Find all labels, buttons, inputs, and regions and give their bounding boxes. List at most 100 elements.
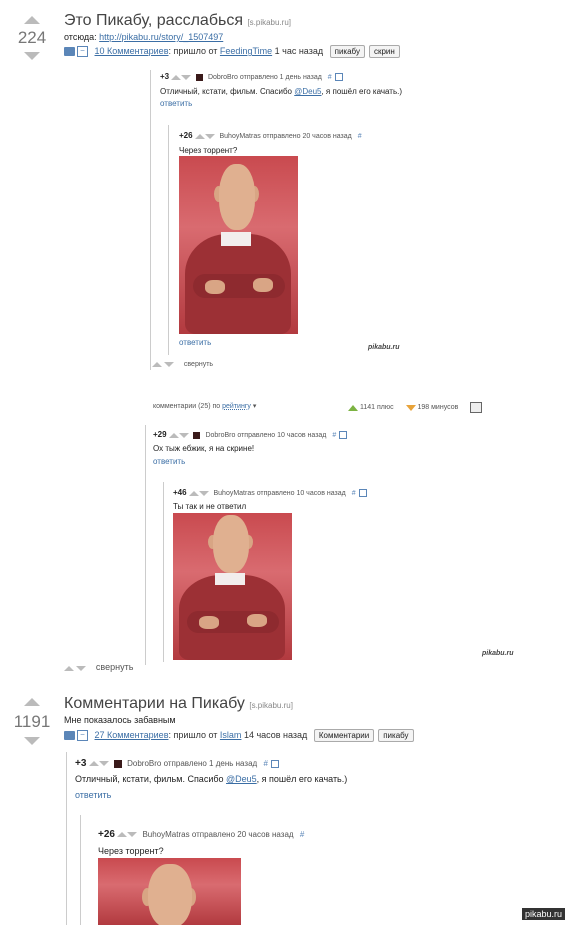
upvote-arrow-icon[interactable] [194,133,205,139]
collapse-icon[interactable]: − [77,730,88,742]
source-link[interactable]: http://pikabu.ru/story/_1507497 [99,32,223,42]
collapse-icon[interactable] [358,489,367,498]
sort-dropdown[interactable]: рейтингу [222,403,251,410]
plus-count: 1141 плюс [359,404,394,412]
chevron-down-icon[interactable]: ▾ [251,403,257,410]
collapse-row: свернуть [152,361,213,368]
comment-text-part: Отличный, кстати, фильм. Спасибо [75,774,227,784]
comment-time: отправлено 1 день назад [163,759,258,768]
downvote-arrow-icon[interactable] [98,761,109,767]
collapse-row: свернуть [64,662,133,672]
permalink-icon[interactable]: # [352,490,356,497]
thread-line [150,70,151,370]
upvote-arrow-icon[interactable] [117,832,128,838]
comment-text: Отличный, кстати, фильм. Спасибо @Deu5, … [75,774,347,784]
collapse-icon[interactable] [339,431,348,440]
share-icon[interactable] [64,47,75,57]
tag-button[interactable]: пикабу [378,729,414,742]
comment-score: +26 [179,131,193,140]
author-link[interactable]: Islam [220,730,242,740]
photo-collar [221,232,251,246]
downvote-arrow-icon[interactable] [127,832,138,838]
post-title[interactable]: Это Пикабу, расслабься [s.pikabu.ru] [64,12,291,30]
comment-username[interactable]: BuhoyMatras [142,830,189,839]
comment-photo [179,156,298,334]
comment-header: +29 DobroBro отправлено 10 часов назад # [153,430,348,440]
downvote-arrow-icon[interactable] [178,432,189,438]
post-domain: [s.pikabu.ru] [249,701,293,710]
post-title-text[interactable]: Комментарии на Пикабу [64,695,245,712]
post-subtitle: Мне показалось забавным [64,715,176,725]
reply-link[interactable]: ответить [160,99,192,108]
comment-text-part: , я пошёл его качать.) [256,774,348,784]
collapse-icon[interactable]: − [77,46,88,58]
comment-header: +26 BuhoyMatras отправлено 20 часов наза… [98,829,304,840]
rating-summary: 1141 плюс 198 минусов [348,402,483,413]
photo-collar [215,573,245,585]
comment-text: Ты так и не ответил [173,502,247,511]
comment-score: +3 [160,72,170,81]
photo-head [148,864,192,925]
author-link[interactable]: FeedingTime [220,46,272,56]
tag-button[interactable]: Комментарии [313,729,375,742]
comment-text: Через торрент? [98,846,164,856]
comment-username[interactable]: DobroBro [208,74,238,81]
avatar [113,759,122,768]
permalink-icon[interactable]: # [332,432,336,439]
downvote-arrow-icon[interactable] [24,52,40,60]
source-label: отсюда: [64,32,97,42]
upvote-arrow-icon[interactable] [24,698,40,706]
post-time: 14 часов назад [243,730,308,740]
tag-button[interactable]: скрин [368,45,400,58]
comment-text: Через торрент? [179,146,238,155]
tag-button[interactable]: пикабу [329,45,365,58]
upvote-arrow-icon[interactable] [24,16,40,24]
upvote-arrow-icon[interactable] [168,432,179,438]
avatar [196,73,204,81]
comment-username[interactable]: DobroBro [127,759,161,768]
permalink-icon[interactable]: # [263,759,267,768]
downvote-arrow-icon[interactable] [181,74,192,80]
upvote-arrow-icon[interactable] [152,361,162,367]
upvote-arrow-icon[interactable] [64,665,74,671]
post-title-text[interactable]: Это Пикабу, расслабься [64,12,243,29]
collapse-link[interactable]: свернуть [96,662,133,672]
permalink-icon[interactable]: # [328,74,332,81]
comment-username[interactable]: BuhoyMatras [213,490,254,497]
reply-link[interactable]: ответить [153,457,185,466]
comments-toolbar: комментарии (25) по рейтингу ▾ [153,402,256,410]
comments-count: комментарии (25) по [153,403,221,410]
downvote-arrow-icon[interactable] [204,133,215,139]
permalink-icon[interactable]: # [300,830,304,839]
upvote-arrow-icon[interactable] [171,74,182,80]
comments-link[interactable]: 10 Комментариев [95,46,169,56]
mention-link[interactable]: @Deu5 [294,87,321,96]
comment-photo [173,513,292,660]
downvote-arrow-icon[interactable] [75,665,86,671]
upvote-arrow-icon[interactable] [188,490,199,496]
thread-line [168,125,169,355]
reply-link[interactable]: ответить [179,338,211,347]
downvote-arrow-icon[interactable] [24,737,40,745]
thread-line [145,425,146,665]
collapse-link[interactable]: свернуть [184,361,213,368]
collapse-icon[interactable] [270,759,279,768]
comments-link[interactable]: 27 Комментариев [95,730,169,740]
chart-icon[interactable] [470,402,483,413]
reply-link[interactable]: ответить [75,790,111,800]
photo-hand [205,280,225,294]
footer-watermark: pikabu.ru [522,908,566,920]
collapse-icon[interactable] [334,73,343,82]
comment-username[interactable]: DobroBro [205,432,235,439]
comment-time: отправлено 20 часов назад [191,830,294,839]
share-icon[interactable] [64,731,75,741]
comment-time: отправлено 10 часов назад [237,432,327,439]
downvote-arrow-icon[interactable] [198,490,209,496]
thread-line [66,752,67,925]
post-title[interactable]: Комментарии на Пикабу [s.pikabu.ru] [64,695,293,713]
permalink-icon[interactable]: # [358,133,362,140]
comment-username[interactable]: BuhoyMatras [219,133,260,140]
mention-link[interactable]: @Deu5 [226,774,257,784]
downvote-arrow-icon[interactable] [163,361,174,367]
upvote-arrow-icon[interactable] [88,761,99,767]
